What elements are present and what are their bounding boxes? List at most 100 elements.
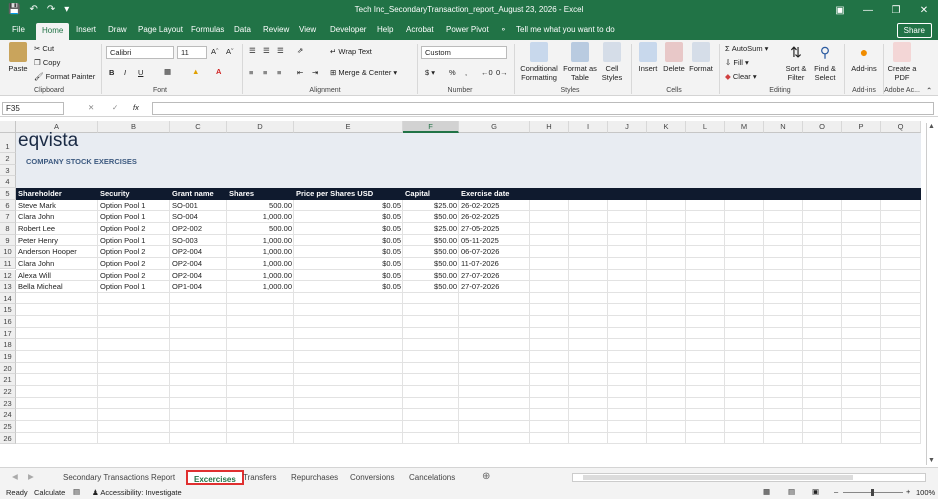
table-cell[interactable]: OP2-004 — [170, 270, 227, 282]
add-sheet-icon[interactable]: ⊕ — [482, 471, 490, 482]
calculate-button[interactable]: Calculate — [34, 488, 65, 497]
sheet-tab-cancelations[interactable]: Cancelations — [403, 470, 461, 485]
table-cell[interactable]: Anderson Hooper — [16, 246, 98, 258]
scroll-down-icon[interactable]: ▼ — [928, 457, 935, 464]
clear-button[interactable]: ◆ Clear ▾ — [725, 72, 757, 81]
normal-view-icon[interactable]: ▦ — [763, 487, 770, 496]
row-header-23[interactable]: 23 — [0, 397, 16, 410]
table-cell[interactable]: 05-11-2025 — [459, 235, 530, 247]
tab-home[interactable]: Home — [36, 23, 70, 40]
ribbon-display-icon[interactable]: ▣ — [826, 0, 854, 21]
paste-button[interactable]: Paste — [6, 42, 30, 73]
column-header-m[interactable]: M — [725, 121, 764, 133]
column-header-o[interactable]: O — [803, 121, 842, 133]
column-header-f[interactable]: F — [403, 121, 459, 133]
table-header-cell[interactable]: Shareholder — [16, 188, 98, 200]
tab-developer[interactable]: Developer — [330, 25, 366, 34]
row-header-16[interactable]: 16 — [0, 316, 16, 328]
table-cell[interactable]: $0.05 — [294, 200, 403, 212]
row-header-12[interactable]: 12 — [0, 269, 16, 282]
table-cell[interactable]: 27-07-2026 — [459, 270, 530, 282]
sheet-tab-secondary-transactions[interactable]: Secondary Transactions Report — [57, 470, 181, 485]
column-header-c[interactable]: C — [170, 121, 227, 133]
column-header-i[interactable]: I — [569, 121, 608, 133]
tab-insert[interactable]: Insert — [76, 25, 96, 34]
table-cell[interactable]: OP2-004 — [170, 258, 227, 270]
table-cell[interactable]: $0.05 — [294, 235, 403, 247]
row-header-22[interactable]: 22 — [0, 386, 16, 398]
align-left-icon[interactable]: ≡ — [249, 68, 253, 77]
table-cell[interactable]: OP2-004 — [170, 246, 227, 258]
increase-indent-icon[interactable]: ⇥ — [312, 68, 318, 77]
table-cell[interactable]: 500.00 — [227, 200, 294, 212]
column-header-k[interactable]: K — [647, 121, 686, 133]
delete-cells-button[interactable]: Delete — [661, 42, 687, 73]
table-cell[interactable]: $0.05 — [294, 246, 403, 258]
align-bottom-icon[interactable]: ☰ — [277, 46, 284, 55]
tab-view[interactable]: View — [299, 25, 316, 34]
row-header-6[interactable]: 6 — [0, 199, 16, 212]
page-break-view-icon[interactable]: ▣ — [812, 487, 819, 496]
row-header-10[interactable]: 10 — [0, 246, 16, 258]
table-cell[interactable]: $25.00 — [403, 223, 459, 235]
number-format-select[interactable]: Custom — [421, 46, 507, 59]
table-header-cell[interactable]: Capital — [403, 188, 459, 200]
row-header-20[interactable]: 20 — [0, 362, 16, 375]
table-cell[interactable]: Robert Lee — [16, 223, 98, 235]
tab-power-pivot[interactable]: Power Pivot — [446, 25, 489, 34]
table-cell[interactable]: 1,000.00 — [227, 258, 294, 270]
table-cell[interactable]: OP1-004 — [170, 281, 227, 293]
decrease-indent-icon[interactable]: ⇤ — [297, 68, 303, 77]
name-box[interactable]: F35 — [2, 102, 64, 115]
table-cell[interactable]: Option Pool 2 — [98, 258, 170, 270]
close-icon[interactable]: ✕ — [910, 0, 938, 21]
table-cell[interactable]: OP2-002 — [170, 223, 227, 235]
accessibility-status[interactable]: ♟ Accessibility: Investigate — [92, 488, 182, 497]
comma-icon[interactable]: , — [465, 68, 467, 77]
row-header-17[interactable]: 17 — [0, 327, 16, 340]
row-header-24[interactable]: 24 — [0, 409, 16, 421]
font-family-select[interactable]: Calibri — [106, 46, 174, 59]
table-header-cell[interactable]: Price per Shares USD — [294, 188, 403, 200]
table-cell[interactable]: $0.05 — [294, 258, 403, 270]
row-header-1[interactable]: 1 — [0, 133, 16, 153]
conditional-formatting-button[interactable]: Conditional Formatting — [517, 42, 561, 82]
cut-button[interactable]: ✂ Cut — [34, 44, 54, 53]
table-cell[interactable]: Option Pool 1 — [98, 281, 170, 293]
tab-file[interactable]: File — [12, 25, 25, 34]
copy-button[interactable]: ❐ Copy — [34, 58, 60, 67]
share-button[interactable]: Share — [896, 23, 932, 38]
font-color-icon[interactable]: A — [216, 67, 221, 76]
font-shrink-icon[interactable]: Aˇ — [226, 47, 234, 56]
tab-help[interactable]: Help — [377, 25, 393, 34]
column-header-h[interactable]: H — [530, 121, 569, 133]
table-cell[interactable]: Option Pool 2 — [98, 246, 170, 258]
table-cell[interactable]: Steve Mark — [16, 200, 98, 212]
table-header-cell[interactable]: Shares — [227, 188, 294, 200]
increase-decimal-icon[interactable]: ←0 — [481, 68, 493, 77]
select-all-corner[interactable] — [0, 121, 16, 133]
row-header-11[interactable]: 11 — [0, 257, 16, 270]
row-header-18[interactable]: 18 — [0, 339, 16, 352]
bold-icon[interactable]: B — [109, 68, 114, 77]
tell-me-search[interactable]: Tell me what you want to do — [516, 25, 615, 34]
table-cell[interactable]: Clara John — [16, 258, 98, 270]
row-header-8[interactable]: 8 — [0, 222, 16, 235]
table-cell[interactable]: $0.05 — [294, 281, 403, 293]
table-cell[interactable]: 500.00 — [227, 223, 294, 235]
format-as-table-button[interactable]: Format as Table — [563, 42, 597, 82]
column-header-n[interactable]: N — [764, 121, 803, 133]
column-header-p[interactable]: P — [842, 121, 881, 133]
font-size-select[interactable]: 11 — [177, 46, 207, 59]
tab-data[interactable]: Data — [234, 25, 251, 34]
row-header-5[interactable]: 5 — [0, 187, 16, 200]
tab-acrobat[interactable]: Acrobat — [406, 25, 434, 34]
row-header-13[interactable]: 13 — [0, 281, 16, 293]
vertical-scrollbar[interactable] — [926, 123, 936, 465]
wrap-text-button[interactable]: ↵ Wrap Text — [330, 47, 372, 56]
table-cell[interactable]: $50.00 — [403, 246, 459, 258]
table-cell[interactable]: $0.05 — [294, 223, 403, 235]
tab-page-layout[interactable]: Page Layout — [138, 25, 183, 34]
table-cell[interactable]: 1,000.00 — [227, 281, 294, 293]
table-cell[interactable]: Option Pool 1 — [98, 211, 170, 223]
